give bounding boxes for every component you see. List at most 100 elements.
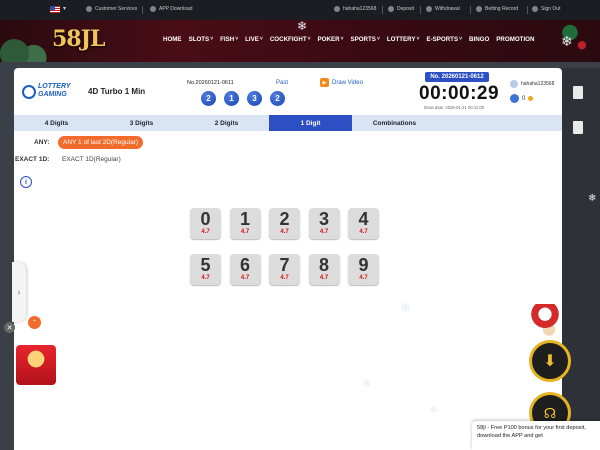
withdrawal-link[interactable]: Withdrawal (426, 6, 460, 12)
tab-3-digits[interactable]: 3 Digits (99, 115, 184, 131)
lottery-gaming-logo: LOTTERY GAMING (22, 82, 82, 102)
refresh-icon[interactable] (510, 94, 519, 103)
sign-out-link[interactable]: Sign Out (532, 6, 560, 12)
user-icon (334, 6, 340, 12)
chevron-down-icon: ˅ (459, 36, 462, 42)
digit-odds: 4.7 (201, 275, 210, 281)
tab-2-digits[interactable]: 2 Digits (184, 115, 269, 131)
download-icon: ⬇ (543, 353, 557, 370)
chevron-up-icon[interactable]: ⌃ (28, 316, 41, 329)
info-icon[interactable]: i (20, 176, 32, 188)
past-result-balls: 2132 (201, 91, 285, 106)
chevron-down-icon: ˅ (210, 36, 214, 42)
lottery-logo-icon (22, 85, 36, 99)
account-balance: 0 (510, 94, 534, 103)
game-title: 4D Turbo 1 Min (88, 87, 146, 96)
main-nav: HOME SLOTS ˅ FISH ˅ LIVE ˅ COCKFIGHT ˅ POKER ˅ SPOR… (163, 36, 534, 43)
result-ball: 2 (201, 91, 216, 106)
digit-button-0[interactable]: 0 4.7 (190, 208, 221, 239)
exact-label: EXACT 1D: (15, 156, 50, 163)
exact-option[interactable]: EXACT 1D(Regular) (62, 156, 121, 163)
red-envelope-promo[interactable] (16, 345, 56, 385)
chevron-right-icon: › (17, 287, 21, 297)
digit-button-2[interactable]: 2 4.7 (269, 208, 300, 239)
chevron-down-icon: ˅ (340, 36, 344, 42)
nav-item-sports[interactable]: SPORTS (350, 36, 375, 43)
tab-1-digit[interactable]: 1 Digit (269, 115, 352, 131)
past-results-link[interactable]: Past (276, 80, 288, 86)
username-label[interactable]: hahaha123568 (334, 6, 376, 12)
nav-item-live[interactable]: LIVE (245, 36, 259, 43)
download-button[interactable]: ⬇ (529, 340, 571, 382)
current-draw-number: No. 20260121-0612 (425, 72, 489, 82)
tab-combinations[interactable]: Combinations (352, 115, 437, 131)
draw-video-button[interactable]: ▶ Draw Video (320, 78, 363, 87)
betting-record-link[interactable]: Betting Record (476, 6, 518, 12)
nav-item-cockfight[interactable]: COCKFIGHT (270, 36, 307, 43)
chevron-down-icon: ˅ (416, 36, 420, 42)
deposit-link[interactable]: Deposit (388, 6, 414, 12)
digit-odds: 4.7 (280, 229, 289, 235)
digit-odds: 4.7 (240, 229, 250, 235)
document-icon[interactable] (573, 86, 583, 99)
digit-button-7[interactable]: 7 4.7 (269, 254, 300, 285)
nav-item-bingo[interactable]: BINGO (469, 36, 489, 43)
book-icon[interactable] (573, 121, 583, 134)
digit-odds: 4.7 (359, 275, 368, 281)
digit-number: 5 (200, 255, 211, 275)
nav-item-e-sports[interactable]: E-SPORTS (426, 36, 458, 43)
snowflake-icon: ❄ (400, 300, 411, 315)
digit-number: 0 (200, 209, 211, 229)
tab-4-digits[interactable]: 4 Digits (14, 115, 99, 131)
chevron-down-icon[interactable]: ▾ (63, 5, 66, 12)
headset-icon (86, 6, 92, 12)
left-drawer-handle[interactable]: › (12, 262, 26, 322)
divider (420, 6, 421, 14)
play-icon: ▶ (320, 78, 329, 87)
digit-number: 2 (279, 209, 290, 229)
digit-button-3[interactable]: 3 4.7 (308, 208, 340, 239)
digit-odds: 4.7 (201, 229, 210, 235)
divider (470, 6, 471, 14)
nav-item-lottery[interactable]: LOTTERY (387, 36, 416, 43)
nav-item-poker[interactable]: POKER (318, 36, 340, 43)
divider (382, 6, 383, 14)
us-flag-icon[interactable] (50, 6, 60, 13)
nav-item-home[interactable]: HOME (163, 36, 182, 43)
digit-odds: 4.7 (319, 275, 329, 281)
nav-item-promotion[interactable]: PROMOTION (496, 36, 534, 43)
headset-icon: ☊ (543, 404, 557, 421)
record-icon (476, 6, 482, 12)
digit-button-8[interactable]: 8 4.7 (308, 254, 340, 285)
close-icon[interactable]: ✕ (4, 322, 15, 333)
snowflake-icon: ❄ (362, 378, 372, 390)
digit-button-4[interactable]: 4 4.7 (348, 208, 379, 239)
phone-icon (150, 6, 156, 12)
digit-number: 3 (318, 209, 329, 229)
digit-odds: 4.7 (359, 229, 368, 235)
christmas-tree-decoration (0, 20, 48, 62)
wallet-icon (388, 6, 394, 12)
digit-button-5[interactable]: 5 4.7 (190, 254, 221, 285)
chevron-down-icon: ˅ (235, 36, 239, 42)
promo-toast[interactable]: 58jl - Free P100 bonus for your first de… (472, 421, 600, 450)
digit-button-1[interactable]: 1 4.7 (229, 208, 261, 239)
nav-item-slots[interactable]: SLOTS (189, 36, 210, 43)
chevron-down-icon: ˅ (307, 36, 311, 42)
customer-service-link[interactable]: Customer Services (86, 6, 137, 12)
digit-button-9[interactable]: 9 4.7 (348, 254, 379, 285)
coin-icon (528, 96, 534, 101)
digit-odds: 4.7 (280, 275, 289, 281)
any-option-button[interactable]: ANY 1 of last 2D(Regular) (58, 136, 144, 149)
digit-odds: 4.7 (319, 229, 329, 235)
site-logo[interactable]: 58JL (52, 26, 105, 52)
snowflake-icon: ❄ (588, 193, 597, 204)
digit-number: 9 (358, 255, 369, 275)
chevron-down-icon: ˅ (259, 36, 263, 42)
result-ball: 2 (270, 91, 285, 106)
nav-item-fish[interactable]: FISH (220, 36, 234, 43)
digit-number: 7 (279, 255, 290, 275)
digit-button-6[interactable]: 6 4.7 (229, 254, 261, 285)
snowflake-icon: ❄ (561, 33, 573, 49)
app-download-link[interactable]: APP Download (150, 6, 193, 12)
